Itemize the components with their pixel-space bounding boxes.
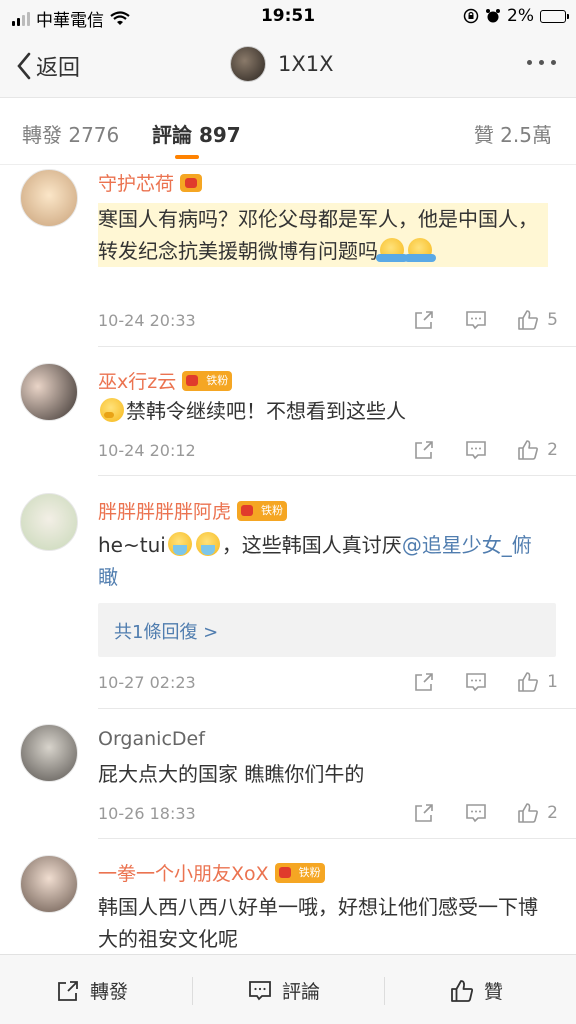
comment-author[interactable]: 巫x行z云 xyxy=(98,367,176,394)
avatar[interactable] xyxy=(20,855,78,913)
back-label: 返回 xyxy=(36,56,81,81)
replies-link[interactable]: 共1條回復 > xyxy=(98,603,556,657)
alarm-icon xyxy=(486,9,501,23)
comment-meta: 10-27 02:23 1 xyxy=(98,671,558,695)
like-count: 2 xyxy=(547,440,558,460)
author-avatar[interactable] xyxy=(230,46,266,82)
comment-text: 寒国人有病吗？邓伦父母都是军人，他是中国人，转发纪念抗美援朝微博有问题吗 xyxy=(98,203,548,267)
fan-badge: 铁粉 xyxy=(274,862,325,883)
comment-meta: 10-24 20:12 2 xyxy=(98,439,558,463)
comment-time: 10-26 18:33 xyxy=(98,804,196,823)
repost-label: 轉發 xyxy=(90,981,129,1003)
like-icon[interactable] xyxy=(517,802,539,824)
fan-badge: 铁粉 xyxy=(182,370,233,391)
comment-text: he~tui ，这些韩国人真讨厌@追星少女_俯瞰 xyxy=(98,532,532,589)
battery-icon xyxy=(540,9,569,23)
comment-author[interactable]: 一拳一个小朋友XoX xyxy=(98,859,269,886)
divider xyxy=(98,708,576,709)
repost-button[interactable]: 轉發 xyxy=(56,977,128,1004)
comment-meta: 10-26 18:33 2 xyxy=(98,802,558,826)
like-label: 贊 xyxy=(484,981,504,1003)
like-icon[interactable] xyxy=(517,309,539,331)
reply-icon[interactable] xyxy=(465,309,487,331)
avatar[interactable] xyxy=(20,493,78,551)
divider xyxy=(98,475,576,476)
chevron-left-icon xyxy=(17,52,31,80)
reply-icon[interactable] xyxy=(465,802,487,824)
share-icon[interactable] xyxy=(413,439,435,461)
share-icon xyxy=(58,980,78,1001)
bottom-action-bar: 轉發 評論 贊 xyxy=(0,954,576,1024)
status-bar: 中華電信 19:51 2% xyxy=(0,0,576,34)
share-icon[interactable] xyxy=(413,802,435,824)
post-author[interactable]: 1X1X xyxy=(230,46,334,82)
like-count: 2 xyxy=(547,803,558,823)
fan-badge: 铁粉 xyxy=(237,500,288,521)
thumbs-up-icon xyxy=(451,979,474,1002)
reply-icon[interactable] xyxy=(465,671,487,693)
comment-author[interactable]: OrganicDef xyxy=(98,728,205,750)
vip-crown-icon xyxy=(180,173,203,192)
thinking-emoji-icon xyxy=(100,398,124,422)
comment-text: 韩国人西八西八好单一哦，好想让他们感受一下博大的祖安文化呢 xyxy=(98,895,538,951)
comment-icon xyxy=(249,980,271,1000)
comment-author[interactable]: 胖胖胖胖胖阿虎 xyxy=(98,497,231,524)
comment-button[interactable]: 評論 xyxy=(248,977,320,1004)
battery-percent: 2% xyxy=(507,6,534,26)
like-icon[interactable] xyxy=(517,671,539,693)
comment-time: 10-27 02:23 xyxy=(98,673,196,692)
reply-icon[interactable] xyxy=(465,439,487,461)
active-tab-indicator xyxy=(175,155,199,159)
avatar[interactable] xyxy=(20,724,78,782)
avatar[interactable] xyxy=(20,169,78,227)
comment-time: 10-24 20:33 xyxy=(98,311,196,330)
rotation-lock-icon xyxy=(463,8,479,24)
share-icon[interactable] xyxy=(413,671,435,693)
vomit-emoji-icon xyxy=(195,532,220,556)
divider xyxy=(98,838,576,839)
tab-comments[interactable]: 評論 897 xyxy=(152,119,241,148)
more-icon[interactable] xyxy=(527,60,556,65)
comment-text: 屁大点大的国家 瞧瞧你们牛的 xyxy=(98,762,365,786)
separator xyxy=(192,977,193,1005)
like-icon[interactable] xyxy=(517,439,539,461)
tab-likes[interactable]: 贊 2.5萬 xyxy=(474,119,552,148)
comment-author[interactable]: 守护芯荷 xyxy=(98,169,174,196)
shrug-emoji-icon xyxy=(404,238,436,262)
comment-meta: 10-24 20:33 5 xyxy=(98,309,558,333)
comment-label: 評論 xyxy=(282,981,321,1003)
nav-bar: 返回 1X1X xyxy=(0,34,576,98)
like-count: 5 xyxy=(547,310,558,330)
like-count: 1 xyxy=(547,672,558,692)
page-title: 1X1X xyxy=(278,52,334,76)
divider xyxy=(98,346,576,347)
shrug-emoji-icon xyxy=(376,238,408,262)
like-button[interactable]: 贊 xyxy=(450,977,503,1004)
share-icon[interactable] xyxy=(413,309,435,331)
avatar[interactable] xyxy=(20,363,78,421)
comment-time: 10-24 20:12 xyxy=(98,441,196,460)
back-button[interactable]: 返回 xyxy=(16,50,80,82)
vomit-emoji-icon xyxy=(167,532,192,556)
tab-reposts[interactable]: 轉發 2776 xyxy=(22,119,119,148)
comment-list: 守护芯荷 寒国人有病吗？邓伦父母都是军人，他是中国人，转发纪念抗美援朝微博有问题… xyxy=(0,165,576,954)
separator xyxy=(384,977,385,1005)
comment-text: 禁韩令继续吧！不想看到这些人 xyxy=(98,395,548,427)
tab-bar: 轉發 2776 評論 897 贊 2.5萬 xyxy=(0,99,576,165)
